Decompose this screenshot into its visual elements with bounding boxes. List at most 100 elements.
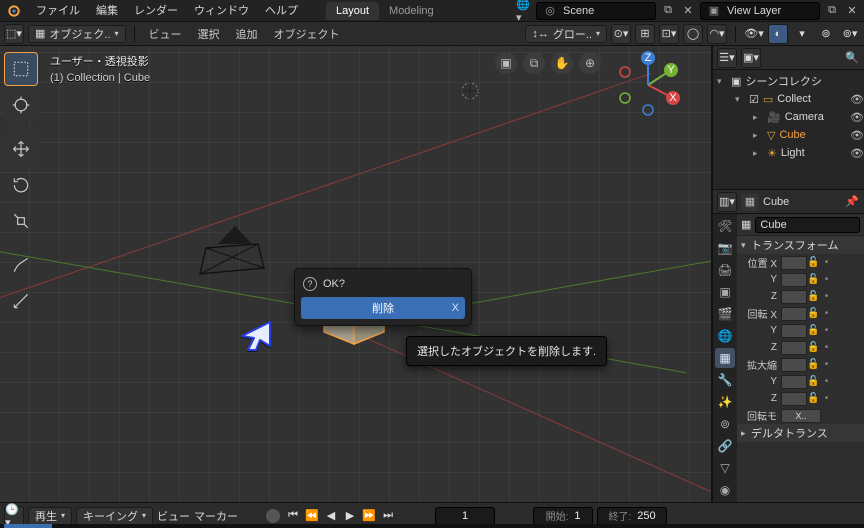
scene-name-field[interactable]: ◎ [536,2,656,20]
tab-world-icon[interactable]: 🌐 [715,326,735,346]
tab-output-icon[interactable]: 🖨 [715,260,735,280]
eye-icon[interactable]: 👁 [850,111,864,124]
menu-edit[interactable]: 編集 [88,0,126,22]
nav-zoom-icon[interactable]: ⊕ [579,52,601,74]
play-icon[interactable]: ▶ [341,507,359,525]
autokey-icon[interactable] [266,509,280,523]
keyframe-next-icon[interactable]: ⏩ [360,507,378,525]
eye-icon[interactable]: 👁 [850,93,864,106]
keyframe-dot-icon[interactable]: • [820,375,833,389]
tool-annotate[interactable] [4,248,38,282]
outliner-item-cube[interactable]: Cube [779,129,846,141]
orientation-selector[interactable]: ↕↔ グロー.. ▾ [525,25,607,43]
menu-window[interactable]: ウィンドウ [186,0,257,22]
menu-file[interactable]: ファイル [28,0,88,22]
transform-panel-header[interactable]: ▾トランスフォーム [737,236,864,254]
tool-select-box[interactable] [4,52,38,86]
scale-y-field[interactable] [781,375,807,389]
tab-particles-icon[interactable]: ✨ [715,392,735,412]
outliner-display-mode-icon[interactable]: ☰▾ [717,48,737,68]
location-x-field[interactable] [781,256,807,270]
tool-scale[interactable] [4,204,38,238]
keyframe-dot-icon[interactable]: • [820,273,833,287]
jump-end-icon[interactable]: ⏭ [379,507,397,525]
playhead-icon[interactable] [4,524,52,528]
lock-icon[interactable]: 🔓 [807,392,820,406]
lock-icon[interactable]: 🔓 [807,273,820,287]
new-viewlayer-icon[interactable]: ⧉ [824,3,840,19]
jump-start-icon[interactable]: ⏮ [284,507,302,525]
menu-view[interactable]: ビュー [143,26,188,42]
viewlayer-input[interactable] [725,4,795,18]
timeline-editor-icon[interactable]: 🕒▾ [4,506,24,526]
delete-scene-icon[interactable]: ✕ [680,3,696,19]
keyframe-prev-icon[interactable]: ⏪ [303,507,321,525]
mode-selector[interactable]: ▦ オブジェク.. ▾ [28,25,126,43]
keyframe-dot-icon[interactable]: • [820,358,833,372]
workspace-tab-modeling[interactable]: Modeling [379,2,444,20]
viewport-3d[interactable]: ユーザー・透視投影 (1) Collection | Cube ▣ ⧉ ✋ ⊕ [0,46,712,502]
lock-icon[interactable]: 🔓 [807,341,820,355]
overlay-toggle-icon[interactable]: ⊚ [816,24,836,44]
delete-viewlayer-icon[interactable]: ✕ [844,3,860,19]
proportional-icon[interactable]: ◯ [683,24,703,44]
snap-options-icon[interactable]: ⊡▾ [659,24,679,44]
nav-perspective-icon[interactable]: ⧉ [523,52,545,74]
snap-icon[interactable]: ⊞ [635,24,655,44]
eye-icon[interactable]: 👁 [850,129,864,142]
menu-object[interactable]: オブジェクト [268,26,346,42]
keyframe-dot-icon[interactable]: • [820,392,833,406]
nav-pan-icon[interactable]: ✋ [551,52,573,74]
timeline-scrub[interactable] [0,524,864,528]
lock-icon[interactable]: 🔓 [807,375,820,389]
location-z-field[interactable] [781,290,807,304]
browse-scene-icon[interactable]: 🌐▾ [516,3,532,19]
scale-x-field[interactable] [781,358,807,372]
tab-physics-icon[interactable]: ⊚ [715,414,735,434]
proportional-falloff-icon[interactable]: ◠▾ [707,24,727,44]
rotation-z-field[interactable] [781,341,807,355]
scale-z-field[interactable] [781,392,807,406]
tab-render-icon[interactable]: 📷 [715,238,735,258]
tool-move[interactable] [4,132,38,166]
lock-icon[interactable]: 🔓 [807,324,820,338]
tab-material-icon[interactable]: ◉ [715,480,735,500]
outliner[interactable]: ▾▣シーンコレクシ ▾☑▭Collect👁 ▸🎥Camera👁 ▸▽Cube👁 … [713,70,864,190]
menu-render[interactable]: レンダー [126,0,186,22]
viewlayer-field[interactable]: ▣ [700,2,820,20]
start-frame-field[interactable]: 開始:1 [533,507,593,525]
tab-object-icon[interactable]: ▦ [715,348,735,368]
tab-modifier-icon[interactable]: 🔧 [715,370,735,390]
collection-label[interactable]: Collect [777,93,846,105]
eye-icon[interactable]: 👁 [850,147,864,160]
rotation-mode-select[interactable]: X.. [781,409,821,423]
scene-name-input[interactable] [561,4,631,18]
keyframe-dot-icon[interactable]: • [820,256,833,270]
rotation-x-field[interactable] [781,307,807,321]
gizmo-options-icon[interactable]: ▾ [792,24,812,44]
overlay-options-icon[interactable]: ⊚▾ [840,24,860,44]
nav-camera-icon[interactable]: ▣ [495,52,517,74]
popup-delete-item[interactable]: 削除 X [301,297,465,319]
lock-icon[interactable]: 🔓 [807,307,820,321]
menu-select[interactable]: 選択 [192,26,226,42]
menu-add[interactable]: 追加 [230,26,264,42]
lock-icon[interactable]: 🔓 [807,358,820,372]
properties-type-icon[interactable]: ▥▾ [717,192,737,212]
delta-panel-header[interactable]: ▸デルタトランス [737,424,864,442]
tool-cursor[interactable] [4,88,38,122]
lock-icon[interactable]: 🔓 [807,290,820,304]
current-frame-field[interactable]: 1 [435,507,495,525]
rotation-y-field[interactable] [781,324,807,338]
workspace-tab-layout[interactable]: Layout [326,2,379,20]
keyframe-dot-icon[interactable]: • [820,341,833,355]
timeline-playback-menu[interactable]: 再生▾ [28,507,72,525]
outliner-item-light[interactable]: Light [781,147,846,159]
outliner-item-camera[interactable]: Camera [785,111,846,123]
pin-icon[interactable]: 📌 [844,194,860,210]
pivot-icon[interactable]: ⊙▾ [611,24,631,44]
keyframe-dot-icon[interactable]: • [820,290,833,304]
camera-object[interactable] [200,226,270,290]
timeline-marker-menu[interactable]: マーカー [194,508,238,524]
lock-icon[interactable]: 🔓 [807,256,820,270]
